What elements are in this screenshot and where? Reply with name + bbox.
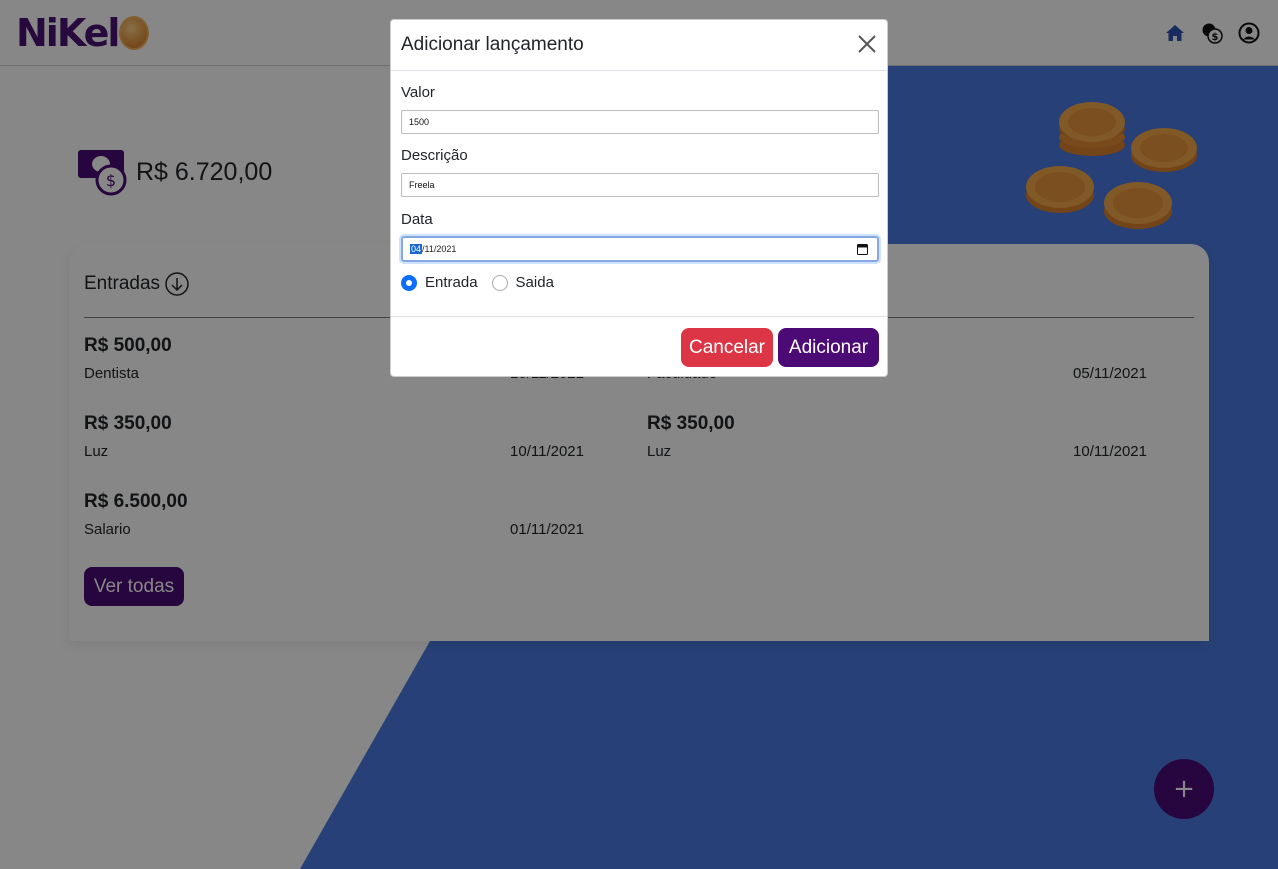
modal-header: Adicionar lançamento: [391, 20, 887, 71]
add-button[interactable]: Adicionar: [778, 328, 879, 367]
descricao-input[interactable]: [401, 173, 879, 197]
data-label: Data: [401, 211, 433, 228]
modal-footer-divider: [391, 316, 887, 317]
radio-saida[interactable]: [491, 274, 508, 291]
date-day-segment[interactable]: 04: [410, 244, 423, 254]
date-rest-segment: /11/2021: [422, 244, 457, 254]
valor-input[interactable]: [401, 110, 879, 134]
modal-title: Adicionar lançamento: [401, 34, 584, 55]
radio-entrada-label[interactable]: Entrada: [425, 274, 478, 291]
cancel-button[interactable]: Cancelar: [681, 328, 773, 367]
calendar-icon[interactable]: [857, 243, 868, 255]
radio-entrada[interactable]: [401, 274, 417, 291]
radio-saida-label[interactable]: Saida: [516, 274, 554, 291]
add-transaction-modal: Adicionar lançamento Valor Descrição Dat…: [390, 19, 888, 377]
type-radio-group: Entrada Saida: [401, 274, 554, 291]
close-icon[interactable]: [855, 32, 879, 56]
date-input[interactable]: 04/11/2021: [401, 236, 879, 262]
descricao-label: Descrição: [401, 147, 468, 164]
valor-label: Valor: [401, 84, 435, 101]
